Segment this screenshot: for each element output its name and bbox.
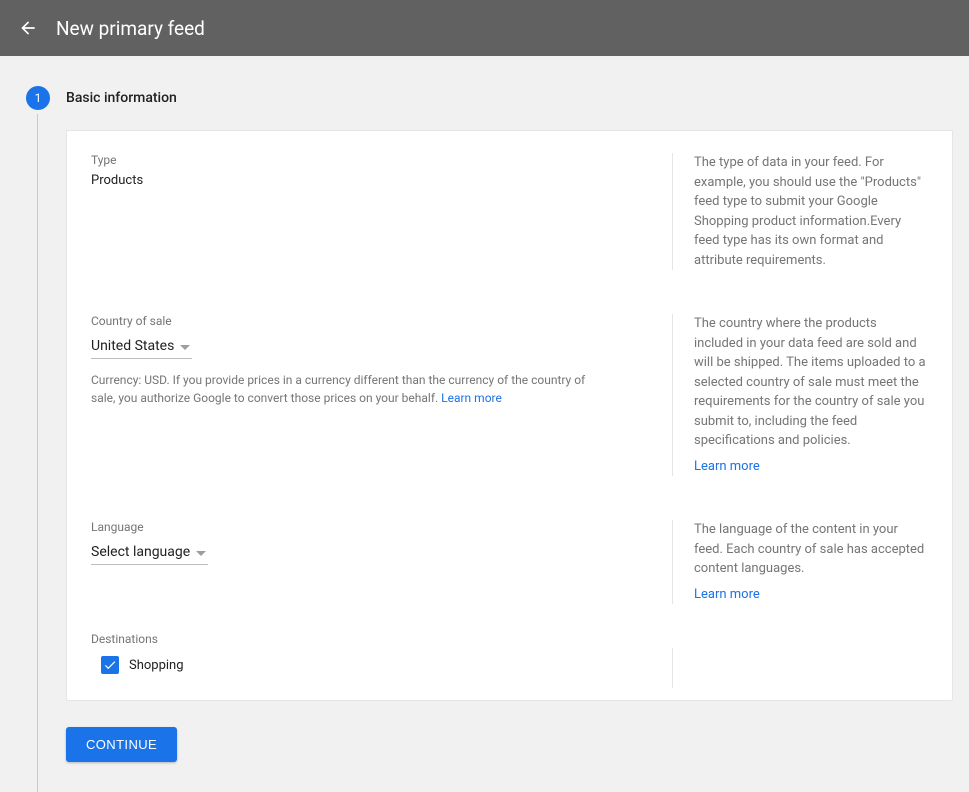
language-select[interactable]: Select language [91, 540, 208, 565]
destination-label: Shopping [129, 658, 184, 673]
language-label: Language [91, 520, 648, 534]
country-label: Country of sale [91, 314, 648, 328]
country-select[interactable]: United States [91, 334, 192, 359]
page-title: New primary feed [56, 17, 205, 40]
language-description: The language of the content in your feed… [694, 520, 928, 579]
country-desc-link[interactable]: Learn more [694, 459, 760, 474]
step-title: Basic information [66, 90, 177, 106]
country-helper-link[interactable]: Learn more [441, 391, 502, 405]
divider [672, 520, 673, 604]
continue-button[interactable]: CONTINUE [66, 727, 177, 762]
country-helper-text: Currency: USD. If you provide prices in … [91, 373, 585, 405]
destination-item: Shopping [91, 656, 648, 674]
chevron-down-icon [196, 544, 206, 560]
country-helper: Currency: USD. If you provide prices in … [91, 371, 611, 407]
type-description: The type of data in your feed. For examp… [694, 155, 921, 268]
divider [672, 314, 673, 476]
divider [672, 153, 673, 270]
section-destinations: Destinations Shopping [67, 626, 952, 700]
country-value: United States [91, 338, 174, 354]
step-number-badge: 1 [26, 86, 50, 110]
app-header: New primary feed [0, 0, 969, 56]
type-label: Type [91, 153, 648, 167]
destinations-label: Destinations [91, 632, 648, 646]
back-arrow-icon[interactable] [16, 16, 40, 40]
language-value: Select language [91, 544, 190, 560]
step-body: Type Products The type of data in your f… [26, 110, 953, 762]
content: 1 Basic information Type Products The ty… [0, 56, 969, 786]
step-header-row: 1 Basic information [26, 88, 953, 110]
section-type: Type Products The type of data in your f… [67, 131, 952, 292]
language-desc-link[interactable]: Learn more [694, 587, 760, 602]
form-card: Type Products The type of data in your f… [66, 130, 953, 701]
divider [672, 648, 673, 688]
step-rail [26, 110, 50, 762]
section-language: Language Select language The language of… [67, 498, 952, 626]
section-country: Country of sale United States Currency: … [67, 292, 952, 498]
type-value: Products [91, 173, 648, 188]
country-description: The country where the products included … [694, 314, 928, 451]
chevron-down-icon [180, 338, 190, 354]
destination-checkbox[interactable] [101, 656, 119, 674]
